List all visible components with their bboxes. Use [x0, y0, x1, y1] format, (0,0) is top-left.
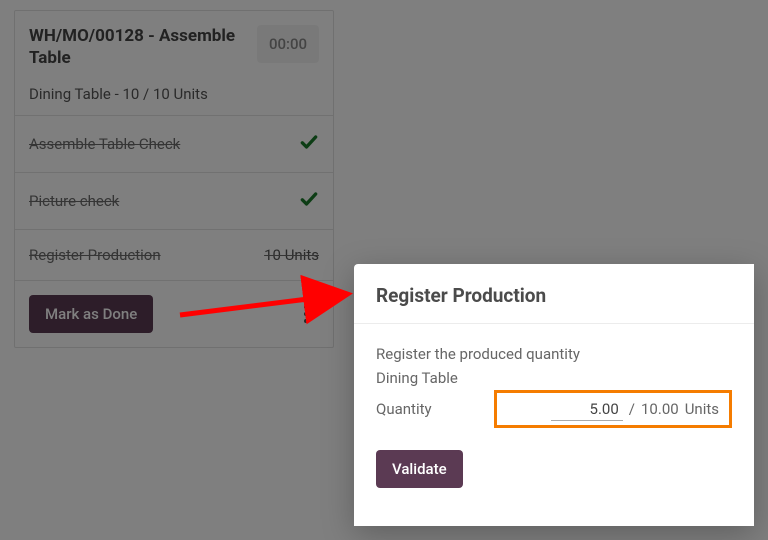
card-header: WH/MO/00128 - Assemble Table 00:00 Dinin…: [15, 11, 333, 115]
quantity-highlight-box: / 10.00 Units: [494, 390, 732, 428]
quantity-sep: /: [629, 397, 635, 421]
quantity-label: Quantity: [376, 397, 486, 421]
step-row[interactable]: Picture check: [15, 172, 333, 229]
card-footer: Mark as Done: [15, 280, 333, 347]
modal-footer: Validate: [354, 428, 754, 506]
mark-done-button[interactable]: Mark as Done: [29, 295, 153, 333]
step-row[interactable]: Register Production 10 Units: [15, 229, 333, 280]
check-icon: [299, 189, 319, 213]
check-icon: [299, 132, 319, 156]
modal-header: Register Production: [354, 264, 754, 324]
modal-instruction: Register the produced quantity: [376, 342, 732, 366]
step-label: Picture check: [29, 192, 119, 210]
more-menu-button[interactable]: [289, 297, 323, 331]
step-label: Register Production: [29, 246, 161, 264]
modal-body: Register the produced quantity Dining Ta…: [354, 324, 754, 428]
timer-badge: 00:00: [257, 25, 319, 63]
step-value: 10 Units: [264, 246, 319, 264]
step-row[interactable]: Assemble Table Check: [15, 115, 333, 172]
quantity-units: Units: [685, 397, 719, 421]
register-production-modal: Register Production Register the produce…: [354, 264, 754, 526]
product-name: Dining Table: [376, 366, 732, 390]
work-order-title: WH/MO/00128 - Assemble Table: [29, 25, 239, 69]
work-order-card: WH/MO/00128 - Assemble Table 00:00 Dinin…: [14, 10, 334, 348]
quantity-total: 10.00: [641, 397, 679, 421]
step-label: Assemble Table Check: [29, 135, 180, 153]
validate-button[interactable]: Validate: [376, 450, 463, 488]
modal-title: Register Production: [376, 284, 732, 307]
work-order-subtitle: Dining Table - 10 / 10 Units: [29, 85, 319, 103]
dots-vertical-icon: [304, 305, 308, 323]
step-list: Assemble Table Check Picture check Regis…: [15, 115, 333, 280]
quantity-input[interactable]: [551, 398, 623, 421]
